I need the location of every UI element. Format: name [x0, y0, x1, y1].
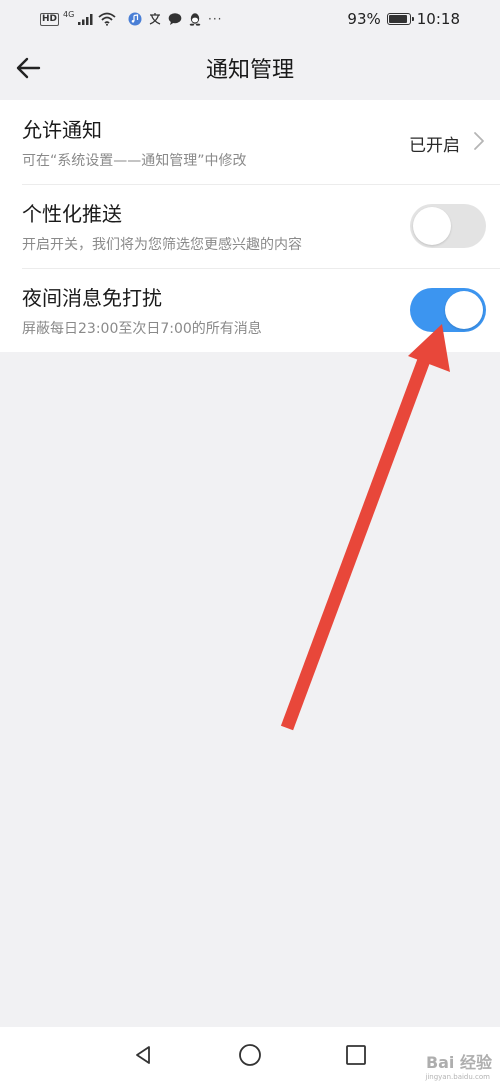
toggle-knob [413, 207, 451, 245]
battery-percent: 93% [347, 10, 381, 28]
personalized-push-toggle[interactable] [410, 204, 486, 248]
translate-app-icon [149, 13, 161, 25]
setting-subtitle: 可在“系统设置——通知管理”中修改 [22, 153, 247, 169]
battery-level-fill [388, 15, 408, 23]
watermark-logo: Bai 经验 [425, 1053, 492, 1072]
wifi-icon [98, 12, 116, 26]
setting-value: 已开启 [409, 136, 460, 156]
qq-app-icon [189, 13, 201, 26]
status-app-icons: ··· [128, 8, 222, 30]
setting-row-personalized-push: 个性化推送 开启开关，我们将为您筛选您更感兴趣的内容 [0, 184, 500, 268]
nav-recents-button[interactable] [340, 1039, 372, 1071]
annotation-arrow-shaft [280, 357, 431, 731]
page-title: 通知管理 [205, 58, 294, 83]
setting-row-allow-notifications[interactable]: 允许通知 可在“系统设置——通知管理”中修改 已开启 [0, 100, 500, 184]
battery-icon [386, 13, 414, 25]
signal-icon [78, 14, 93, 25]
setting-title: 夜间消息免打扰 [22, 286, 162, 310]
status-left: HD 4G [40, 8, 116, 30]
setting-title: 允许通知 [22, 118, 102, 142]
night-dnd-toggle[interactable] [410, 288, 486, 332]
clock: 10:18 [416, 10, 460, 28]
network-type: 4G [63, 9, 75, 19]
setting-row-night-dnd: 夜间消息免打扰 屏蔽每日23:00至次日7:00的所有消息 [0, 268, 500, 352]
status-bar: HD 4G ··· 93% 10:18 [0, 0, 500, 38]
nav-home-button[interactable] [234, 1039, 266, 1071]
more-notifications-indicator: ··· [208, 12, 223, 26]
music-app-icon [128, 12, 142, 26]
chevron-right-icon [474, 132, 484, 150]
setting-title: 个性化推送 [22, 202, 122, 226]
toggle-knob [445, 291, 483, 329]
navigation-bar: Bai 经验 jingyan.baidu.com [0, 1027, 500, 1083]
status-right: 93% 10:18 [347, 8, 460, 30]
nav-back-button[interactable] [127, 1039, 159, 1071]
nav-back-icon [136, 1046, 150, 1064]
nav-home-icon [239, 1044, 261, 1066]
setting-subtitle: 屏蔽每日23:00至次日7:00的所有消息 [22, 321, 262, 337]
setting-subtitle: 开启开关，我们将为您筛选您更感兴趣的内容 [22, 237, 302, 253]
nav-recents-icon [346, 1045, 366, 1065]
message-app-icon [168, 13, 182, 25]
watermark-url: jingyan.baidu.com [425, 1073, 490, 1081]
hd-badge: HD [40, 12, 60, 26]
settings-list: 允许通知 可在“系统设置——通知管理”中修改 已开启 个性化推送 开启开关，我们… [0, 100, 500, 352]
app-header: 通知管理 [0, 38, 500, 98]
